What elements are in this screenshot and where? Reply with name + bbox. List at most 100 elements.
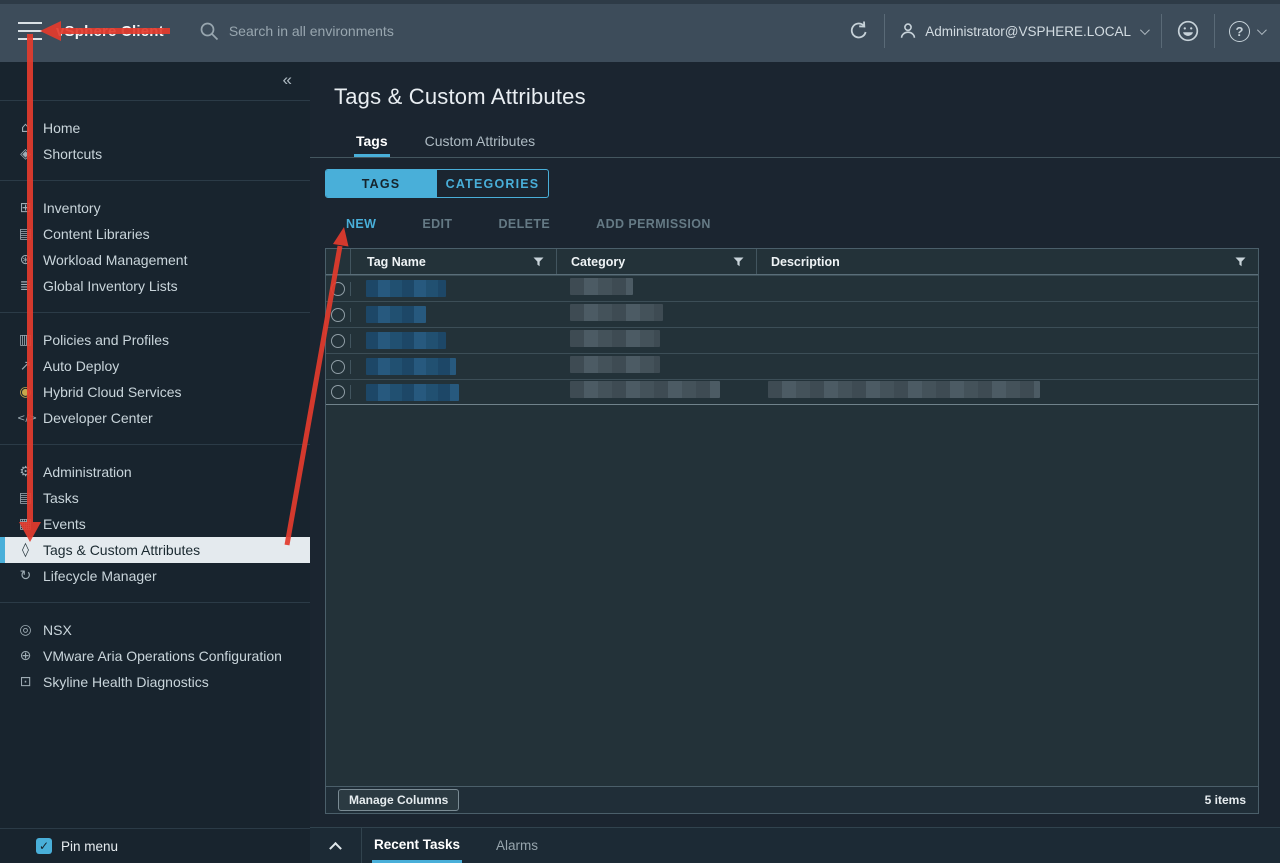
user-name: Administrator@VSPHERE.LOCAL: [925, 24, 1131, 39]
global-inventory-lists-icon: ≣: [17, 278, 34, 294]
vsphere-client-window: vSphere Client Search in all environment…: [0, 0, 1280, 863]
page-title: Tags & Custom Attributes: [334, 84, 586, 110]
hamburger-menu-icon[interactable]: [18, 22, 42, 40]
sidebar-item-content-libraries[interactable]: ▤Content Libraries: [0, 221, 310, 247]
page-tabs: Tags Custom Attributes: [310, 131, 1280, 158]
sidebar-item-label: NSX: [43, 622, 72, 638]
help-menu[interactable]: ?: [1229, 21, 1264, 42]
smiley-icon: [1176, 19, 1200, 43]
sidebar-item-auto-deploy[interactable]: ↗Auto Deploy: [0, 353, 310, 379]
global-search-input[interactable]: Search in all environments: [200, 22, 394, 41]
nsx-icon: ◎: [17, 622, 34, 638]
sidebar-item-home[interactable]: ⌂Home: [0, 115, 310, 141]
tags-table: Tag Name Category Description: [325, 248, 1259, 814]
toggle-categories-button[interactable]: CATEGORIES: [436, 170, 548, 197]
skyline-health-icon: ⊡: [17, 674, 34, 690]
recent-tasks-panel: Recent Tasks Alarms: [310, 827, 1280, 863]
sidebar-item-tags-custom-attributes[interactable]: ◊Tags & Custom Attributes: [0, 537, 310, 563]
top-bar: vSphere Client Search in all environment…: [0, 0, 1280, 62]
sidebar-item-developer-center[interactable]: </>Developer Center: [0, 405, 310, 431]
redacted-category: [570, 304, 663, 321]
tag-icon: ◊: [17, 542, 34, 558]
row-radio-button[interactable]: [331, 334, 345, 348]
table-row[interactable]: [326, 353, 1258, 379]
shortcuts-icon: ◈: [17, 146, 34, 162]
expand-panel-button[interactable]: [310, 828, 362, 863]
sidebar-item-lifecycle-manager[interactable]: ↻Lifecycle Manager: [0, 563, 310, 589]
tab-custom-attributes[interactable]: Custom Attributes: [423, 131, 538, 157]
sidebar-item-label: Auto Deploy: [43, 358, 119, 374]
sidebar-item-workload-management[interactable]: ⊛ Workload Management: [0, 247, 310, 273]
tab-tags[interactable]: Tags: [354, 131, 390, 157]
sidebar-item-global-inventory-lists[interactable]: ≣Global Inventory Lists: [0, 273, 310, 299]
sidebar-item-label: Administration: [43, 464, 132, 480]
column-header-category[interactable]: Category: [556, 249, 756, 274]
column-header-description[interactable]: Description: [756, 249, 1258, 274]
row-radio-button[interactable]: [331, 308, 345, 322]
sidebar-item-events[interactable]: ▦Events: [0, 511, 310, 537]
sidebar-item-skyline-health[interactable]: ⊡Skyline Health Diagnostics: [0, 669, 310, 695]
redacted-tag-name: [366, 280, 446, 297]
table-row[interactable]: [326, 275, 1258, 301]
sidebar: « ⌂Home ◈ Shortcuts ⊞Inventory ▤Content L…: [0, 62, 310, 863]
redacted-tag-name: [366, 384, 459, 401]
column-label: Tag Name: [367, 255, 426, 269]
help-icon: ?: [1229, 21, 1250, 42]
sidebar-item-label: Policies and Profiles: [43, 332, 169, 348]
add-permission-button[interactable]: ADD PERMISSION: [596, 217, 711, 231]
chevron-down-icon: [1257, 25, 1267, 35]
chevron-up-icon: [329, 842, 342, 855]
sidebar-item-inventory[interactable]: ⊞Inventory: [0, 195, 310, 221]
sidebar-collapse-icon[interactable]: «: [283, 70, 292, 90]
column-label: Description: [771, 255, 840, 269]
sidebar-item-administration[interactable]: ⚙Administration: [0, 459, 310, 485]
brand-logo[interactable]: vSphere Client: [56, 23, 164, 40]
sidebar-item-label: Home: [43, 120, 80, 136]
table-row[interactable]: [326, 379, 1258, 405]
radio-column-header: [326, 249, 350, 274]
table-row[interactable]: [326, 327, 1258, 353]
sidebar-item-label: Hybrid Cloud Services: [43, 384, 182, 400]
row-radio-button[interactable]: [331, 282, 345, 296]
refresh-icon: [848, 20, 870, 42]
filter-icon[interactable]: [533, 257, 544, 267]
tags-categories-toggle: TAGS CATEGORIES: [325, 169, 549, 198]
manage-columns-button[interactable]: Manage Columns: [338, 789, 459, 811]
pin-menu-label: Pin menu: [61, 839, 118, 854]
sidebar-item-nsx[interactable]: ◎ NSX: [0, 617, 310, 643]
sidebar-item-label: Events: [43, 516, 86, 532]
filter-icon[interactable]: [733, 257, 744, 267]
table-row[interactable]: [326, 301, 1258, 327]
redacted-category: [570, 381, 720, 398]
topbar-divider: [1161, 14, 1162, 48]
filter-icon[interactable]: [1235, 257, 1246, 267]
edit-button[interactable]: EDIT: [422, 217, 452, 231]
sidebar-item-policies-and-profiles[interactable]: ▥Policies and Profiles: [0, 327, 310, 353]
column-header-tag-name[interactable]: Tag Name: [350, 249, 556, 274]
tab-recent-tasks[interactable]: Recent Tasks: [372, 828, 462, 863]
sidebar-item-hybrid-cloud-services[interactable]: ◉Hybrid Cloud Services: [0, 379, 310, 405]
sidebar-item-label: Shortcuts: [43, 146, 102, 162]
user-menu[interactable]: Administrator@VSPHERE.LOCAL: [899, 22, 1147, 40]
row-radio-button[interactable]: [331, 385, 345, 399]
new-button[interactable]: NEW: [346, 217, 376, 231]
sidebar-item-label: Workload Management: [43, 252, 187, 268]
sidebar-item-shortcuts[interactable]: ◈ Shortcuts: [0, 141, 310, 167]
sidebar-item-tasks[interactable]: ▤Tasks: [0, 485, 310, 511]
tab-alarms[interactable]: Alarms: [494, 828, 540, 863]
main-content: Tags & Custom Attributes Tags Custom Att…: [310, 62, 1280, 827]
sidebar-item-label: Tasks: [43, 490, 79, 506]
row-radio-button[interactable]: [331, 360, 345, 374]
sidebar-item-label: VMware Aria Operations Configuration: [43, 648, 282, 664]
pin-menu-row: ✓ Pin menu: [0, 828, 310, 863]
feedback-button[interactable]: [1176, 19, 1200, 43]
delete-button[interactable]: DELETE: [498, 217, 550, 231]
pin-menu-checkbox[interactable]: ✓: [36, 838, 52, 854]
topbar-controls: Administrator@VSPHERE.LOCAL ?: [848, 0, 1280, 62]
redacted-category: [570, 356, 660, 373]
workload-management-icon: ⊛: [17, 252, 34, 268]
toggle-tags-button[interactable]: TAGS: [326, 170, 436, 197]
refresh-button[interactable]: [848, 20, 870, 42]
sidebar-item-aria-operations[interactable]: ⊕VMware Aria Operations Configuration: [0, 643, 310, 669]
sidebar-item-label: Lifecycle Manager: [43, 568, 157, 584]
